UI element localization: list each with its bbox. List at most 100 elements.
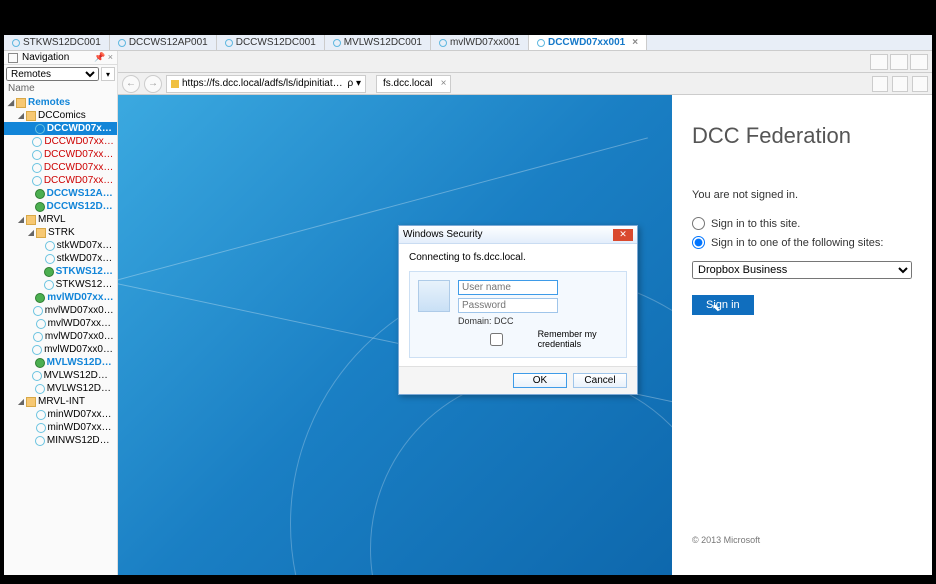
tree-item[interactable]: MVLWS12DC001 - long user	[4, 369, 117, 382]
tree-item[interactable]: MINWS12DC001	[4, 434, 117, 447]
status-icon	[32, 176, 42, 186]
nav-icon	[8, 53, 18, 63]
tree-item[interactable]: mvlWD07xx001 - artem	[4, 304, 117, 317]
folder-icon	[26, 111, 36, 121]
signin-button[interactable]: Sign in ⬉	[692, 295, 754, 315]
username-input[interactable]	[458, 280, 558, 295]
status-icon	[35, 189, 45, 199]
search-icon[interactable]: ρ ▾	[348, 78, 362, 89]
ie-address-bar: ← → https://fs.dcc.local/adfs/ls/idpinit…	[118, 73, 932, 95]
status-icon	[32, 371, 42, 381]
tree-item[interactable]: ◢MRVL-INT	[4, 395, 117, 408]
nav-filter-btn[interactable]: ▾	[101, 67, 115, 81]
status-icon	[36, 410, 46, 420]
tree-item[interactable]: DCCWS12AP001	[4, 187, 117, 200]
nav-filter-select[interactable]: Remotes	[6, 67, 99, 81]
status-dot-icon	[118, 39, 126, 47]
expand-icon[interactable]: ◢	[16, 215, 26, 224]
remote-tab[interactable]: DCCWS12AP001	[110, 35, 217, 50]
ie-home-icon[interactable]	[872, 76, 888, 92]
status-icon	[45, 241, 55, 251]
tree-item[interactable]: MVLWS12DC002	[4, 382, 117, 395]
status-icon	[33, 306, 43, 316]
status-icon	[35, 436, 45, 446]
remote-tab[interactable]: STKWS12DC001	[4, 35, 110, 50]
expand-icon[interactable]: ◢	[6, 98, 16, 107]
folder-icon	[26, 397, 36, 407]
expand-icon[interactable]: ◢	[26, 228, 36, 237]
tree-item[interactable]: DCCWD07xx001 - Artem	[4, 135, 117, 148]
forward-button[interactable]: →	[144, 75, 162, 93]
ie-restore[interactable]	[890, 54, 908, 70]
radio-other-site[interactable]	[692, 236, 705, 249]
tree-item[interactable]: mvlWD07xx003 - Copy - ..	[4, 343, 117, 356]
tree-item[interactable]: MVLWS12DC001	[4, 356, 117, 369]
tree-item[interactable]: STKWS12DC002	[4, 278, 117, 291]
cancel-button[interactable]: Cancel	[573, 373, 627, 388]
ie-gear-icon[interactable]	[912, 76, 928, 92]
url-field[interactable]: https://fs.dcc.local/adfs/ls/idpinitiate…	[166, 75, 366, 93]
status-icon	[35, 384, 45, 394]
tree-item[interactable]: STKWS12DC001	[4, 265, 117, 278]
ie-close[interactable]	[910, 54, 928, 70]
domain-label: Domain: DCC	[458, 316, 618, 326]
tree-item[interactable]: DCCWD07xx001 - Badgu..	[4, 148, 117, 161]
tree-item[interactable]: minWD07xx002	[4, 421, 117, 434]
status-icon	[32, 163, 42, 173]
status-dot-icon	[333, 39, 341, 47]
dialog-title: Windows Security	[403, 229, 482, 240]
tree-item[interactable]: stkWD07xx002	[4, 252, 117, 265]
status-icon	[44, 280, 54, 290]
remote-tab[interactable]: mvlWD07xx001	[431, 35, 529, 50]
close-icon[interactable]: ×	[632, 37, 638, 48]
tree-item[interactable]: ◢STRK	[4, 226, 117, 239]
url-text: https://fs.dcc.local/adfs/ls/idpinitiate…	[182, 78, 345, 89]
nav-name-label: Name	[4, 83, 117, 94]
tree-item[interactable]: ◢MRVL	[4, 213, 117, 226]
tree-item[interactable]: stkWD07xx001	[4, 239, 117, 252]
remote-tab[interactable]: DCCWD07xx001×	[529, 35, 647, 50]
tree-item[interactable]: DCCWS12DC001	[4, 200, 117, 213]
ie-fav-icon[interactable]	[892, 76, 908, 92]
copyright: © 2013 Microsoft	[692, 535, 760, 545]
tree-item[interactable]: ◢Remotes	[4, 96, 117, 109]
tree-item[interactable]: minWD07xx001	[4, 408, 117, 421]
ok-button[interactable]: OK	[513, 373, 567, 388]
remote-tabs: STKWS12DC001DCCWS12AP001DCCWS12DC001MVLW…	[4, 35, 932, 51]
dialog-close-button[interactable]: ✕	[613, 229, 633, 241]
status-dot-icon	[225, 39, 233, 47]
signin-opt-this[interactable]: Sign in to this site.	[692, 217, 912, 230]
tree-item[interactable]: mvlWD07xx001	[4, 291, 117, 304]
tree-item[interactable]: DCCWD07xx001	[4, 122, 117, 135]
status-icon	[35, 358, 45, 368]
tree-item[interactable]: mvlWD07xx003 - Copy	[4, 330, 117, 343]
navigation-panel: Navigation 📌 × Remotes ▾ Name ◢Remotes◢D…	[4, 51, 118, 575]
ie-tab[interactable]: fs.dcc.local ×	[376, 75, 451, 93]
status-dot-icon	[439, 39, 447, 47]
status-dot-icon	[12, 39, 20, 47]
site-select[interactable]: Dropbox Business	[692, 261, 912, 279]
expand-icon[interactable]: ◢	[16, 397, 26, 406]
tree-item[interactable]: ◢DCComics	[4, 109, 117, 122]
status-icon	[33, 332, 43, 342]
status-icon	[36, 319, 46, 329]
tree-item[interactable]: DCCWD07xx002 - baseline	[4, 174, 117, 187]
pin-icon[interactable]: 📌 ×	[94, 52, 113, 63]
back-button[interactable]: ←	[122, 75, 140, 93]
avatar-icon	[418, 280, 450, 312]
radio-this-site[interactable]	[692, 217, 705, 230]
tree-item[interactable]: DCCWD07xx001 - Simple..	[4, 161, 117, 174]
expand-icon[interactable]: ◢	[16, 111, 26, 120]
tree-item[interactable]: mvlWD07xx003	[4, 317, 117, 330]
nav-header: Navigation 📌 ×	[4, 51, 117, 65]
close-icon[interactable]: ×	[441, 78, 447, 89]
signin-status: You are not signed in.	[692, 189, 912, 201]
remote-tab[interactable]: DCCWS12DC001	[217, 35, 325, 50]
ie-tab-label: fs.dcc.local	[383, 78, 432, 89]
signin-opt-other[interactable]: Sign in to one of the following sites:	[692, 236, 912, 249]
nav-title: Navigation	[22, 52, 69, 63]
password-input[interactable]	[458, 298, 558, 313]
ie-minimize[interactable]	[870, 54, 888, 70]
remote-tab[interactable]: MVLWS12DC001	[325, 35, 431, 50]
remember-checkbox[interactable]: Remember my credentials	[458, 329, 618, 349]
